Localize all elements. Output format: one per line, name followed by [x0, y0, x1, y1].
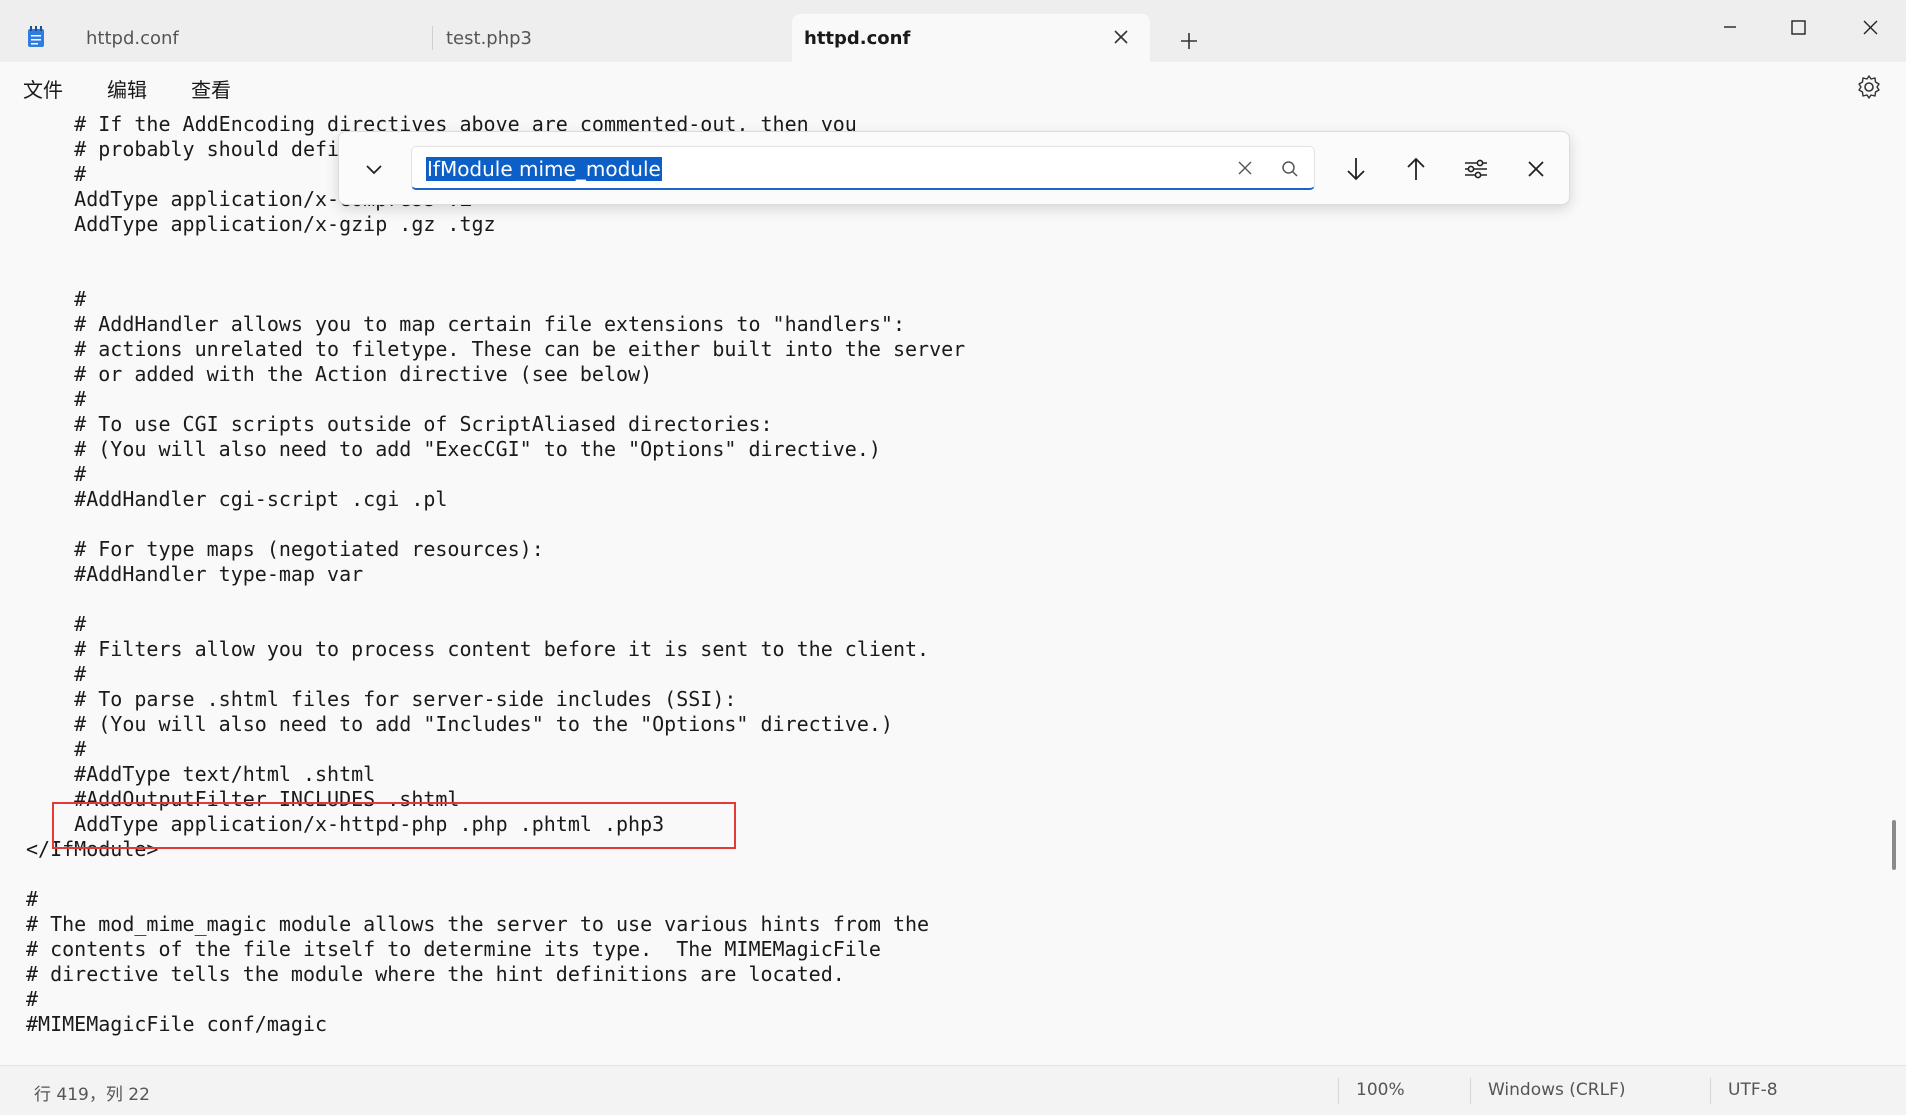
window-close-icon[interactable] — [1850, 10, 1890, 44]
status-divider — [1470, 1078, 1471, 1104]
search-icon[interactable] — [1280, 159, 1300, 179]
line-ending[interactable]: Windows (CRLF) — [1488, 1080, 1626, 1100]
code-line[interactable]: # AddHandler allows you to map certain f… — [26, 312, 965, 337]
code-line[interactable] — [26, 512, 965, 537]
code-line[interactable]: </IfModule> — [26, 837, 965, 862]
code-line[interactable]: # directive tells the module where the h… — [26, 962, 965, 987]
tab-test-php3[interactable]: test.php3 — [424, 14, 792, 62]
find-input-value: IfModule mime_module — [426, 157, 662, 181]
status-divider — [1338, 1078, 1339, 1104]
code-line[interactable]: # — [26, 662, 965, 687]
code-line[interactable]: # — [26, 737, 965, 762]
code-line[interactable]: # — [26, 887, 965, 912]
menu-view[interactable]: 查看 — [191, 74, 231, 103]
tab-label: test.php3 — [446, 28, 533, 49]
menu-file[interactable]: 文件 — [23, 74, 63, 103]
code-line[interactable]: # To use CGI scripts outside of ScriptAl… — [26, 412, 965, 437]
tab-label: httpd.conf — [86, 28, 179, 49]
find-previous-arrow-up-icon[interactable] — [1399, 152, 1433, 186]
code-line[interactable]: #AddType text/html .shtml — [26, 762, 965, 787]
code-line[interactable]: # — [26, 612, 965, 637]
minimize-icon[interactable] — [1710, 10, 1750, 44]
code-line[interactable]: #AddOutputFilter INCLUDES .shtml — [26, 787, 965, 812]
text-editor[interactable]: # If the AddEncoding directives above ar… — [0, 112, 1906, 1065]
code-line[interactable]: # Filters allow you to process content b… — [26, 637, 965, 662]
find-options-sliders-icon[interactable] — [1459, 152, 1493, 186]
menu-edit[interactable]: 编辑 — [107, 74, 147, 103]
settings-gear-icon[interactable] — [1856, 74, 1882, 100]
code-line[interactable]: # To parse .shtml files for server-side … — [26, 687, 965, 712]
vertical-scrollbar-thumb[interactable] — [1892, 820, 1896, 870]
code-line[interactable]: # The mod_mime_magic module allows the s… — [26, 912, 965, 937]
status-divider — [1710, 1078, 1711, 1104]
code-line[interactable]: # contents of the file itself to determi… — [26, 937, 965, 962]
code-line[interactable]: #AddHandler cgi-script .cgi .pl — [26, 487, 965, 512]
find-input[interactable]: IfModule mime_module — [411, 146, 1315, 190]
clear-search-icon[interactable] — [1236, 159, 1254, 177]
code-line[interactable]: AddType application/x-httpd-php .php .ph… — [26, 812, 965, 837]
new-tab-plus-icon[interactable] — [1176, 28, 1202, 54]
status-bar: 行 419，列 22 100% Windows (CRLF) UTF-8 — [0, 1065, 1906, 1115]
code-line[interactable] — [26, 862, 965, 887]
code-line[interactable]: # — [26, 287, 965, 312]
menu-bar: 文件 编辑 查看 — [0, 62, 1906, 112]
code-line[interactable]: # For type maps (negotiated resources): — [26, 537, 965, 562]
tab-close-icon[interactable] — [1112, 28, 1130, 46]
code-line[interactable]: # — [26, 987, 965, 1012]
notepad-app-icon — [28, 26, 44, 47]
expand-replace-chevron-down-icon[interactable] — [357, 152, 391, 186]
encoding[interactable]: UTF-8 — [1728, 1080, 1778, 1100]
tab-label: httpd.conf — [804, 28, 911, 49]
find-bar: IfModule mime_module — [338, 131, 1570, 205]
code-line[interactable]: # or added with the Action directive (se… — [26, 362, 965, 387]
zoom-level[interactable]: 100% — [1356, 1080, 1405, 1100]
find-next-arrow-down-icon[interactable] — [1339, 152, 1373, 186]
code-line[interactable]: AddType application/x-gzip .gz .tgz — [26, 212, 965, 237]
tab-httpd-conf-1[interactable]: httpd.conf — [64, 14, 432, 62]
code-content[interactable]: # If the AddEncoding directives above ar… — [26, 112, 965, 1037]
code-line[interactable]: # — [26, 387, 965, 412]
code-line[interactable] — [26, 237, 965, 262]
code-line[interactable]: #MIMEMagicFile conf/magic — [26, 1012, 965, 1037]
code-line[interactable] — [26, 587, 965, 612]
title-bar: httpd.conf test.php3 httpd.conf — [0, 0, 1906, 62]
cursor-position[interactable]: 行 419，列 22 — [34, 1080, 150, 1105]
code-line[interactable]: # (You will also need to add "ExecCGI" t… — [26, 437, 965, 462]
maximize-icon[interactable] — [1778, 10, 1818, 44]
code-line[interactable]: # — [26, 462, 965, 487]
code-line[interactable]: #AddHandler type-map var — [26, 562, 965, 587]
close-find-bar-icon[interactable] — [1519, 152, 1553, 186]
code-line[interactable] — [26, 262, 965, 287]
tab-httpd-conf-active[interactable]: httpd.conf — [792, 14, 1150, 62]
code-line[interactable]: # (You will also need to add "Includes" … — [26, 712, 965, 737]
code-line[interactable]: # actions unrelated to filetype. These c… — [26, 337, 965, 362]
